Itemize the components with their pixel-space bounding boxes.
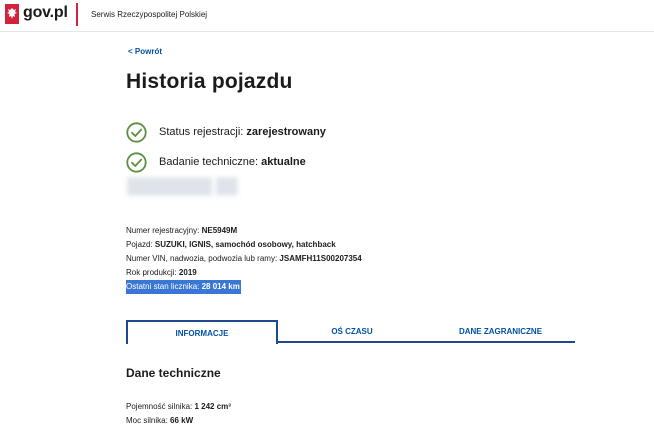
engine-power-value: 66 kW [170,416,194,425]
engine-power-label: Moc silnika: [126,416,171,425]
engine-power-line: Moc silnika: 66 kW [126,414,231,425]
site-header: gov.pl Serwis Rzeczypospolitej Polskiej [0,0,654,32]
tab-os-czasu[interactable]: OŚ CZASU [278,320,426,342]
registration-status-row: Status rejestracji: zarejestrowany [126,121,326,143]
technical-data-title: Dane techniczne [126,366,221,380]
check-circle-icon [126,151,147,173]
header-divider [76,3,78,26]
engine-capacity-label: Pojemność silnika: [126,402,195,411]
production-year-line: Rok produkcji: 2019 [126,266,362,280]
odometer-value: 28 014 km [201,282,240,291]
service-name: Serwis Rzeczypospolitej Polskiej [91,10,208,19]
registration-number-label: Numer rejestracyjny: [126,226,202,235]
vin-line: Numer VIN, nadwozia, podwozia lub ramy: … [126,252,362,266]
check-circle-icon [126,121,147,143]
vin-label: Numer VIN, nadwozia, podwozia lub ramy: [126,254,280,263]
polish-eagle-emblem-icon[interactable] [5,4,19,24]
odometer-line: Ostatni stan licznika: 28 014 km [126,280,241,294]
gov-pl-logo[interactable]: gov.pl [23,4,68,22]
page-title: Historia pojazdu [126,70,293,93]
registration-status-value: zarejestrowany [246,126,326,138]
vehicle-info-list: Numer rejestracyjny: NE5949M Pojazd: SUZ… [126,224,362,294]
technical-spec-list: Pojemność silnika: 1 242 cm³ Moc silnika… [126,400,231,425]
production-year-value: 2019 [178,268,197,277]
technical-inspection-label: Badanie techniczne: [159,156,262,168]
registration-status-text: Status rejestracji: zarejestrowany [159,126,326,138]
technical-inspection-row: Badanie techniczne: aktualne [126,151,306,173]
registration-number-value: NE5949M [201,226,238,235]
vehicle-model-label: Pojazd: [126,240,155,249]
tab-dane-zagraniczne[interactable]: DANE ZAGRANICZNE [426,320,575,342]
tab-bar: INFORMACJE OŚ CZASU DANE ZAGRANICZNE [126,320,575,344]
blurred-text-placeholder: ████████ ██ [127,178,238,195]
vehicle-model-value: SUZUKI, IGNIS, samochód osobowy, hatchba… [154,240,336,249]
odometer-label: Ostatni stan licznika: [126,282,202,291]
engine-capacity-value: 1 242 cm³ [194,402,231,411]
tab-informacje[interactable]: INFORMACJE [126,320,278,344]
back-link[interactable]: < Powrót [128,47,162,56]
engine-capacity-line: Pojemność silnika: 1 242 cm³ [126,400,231,414]
vin-value: JSAMFH11S00207354 [279,254,362,263]
registration-number-line: Numer rejestracyjny: NE5949M [126,224,362,238]
vehicle-model-line: Pojazd: SUZUKI, IGNIS, samochód osobowy,… [126,238,362,252]
technical-inspection-text: Badanie techniczne: aktualne [159,156,306,168]
registration-status-label: Status rejestracji: [159,126,247,138]
production-year-label: Rok produkcji: [126,268,179,277]
technical-inspection-value: aktualne [261,156,306,168]
